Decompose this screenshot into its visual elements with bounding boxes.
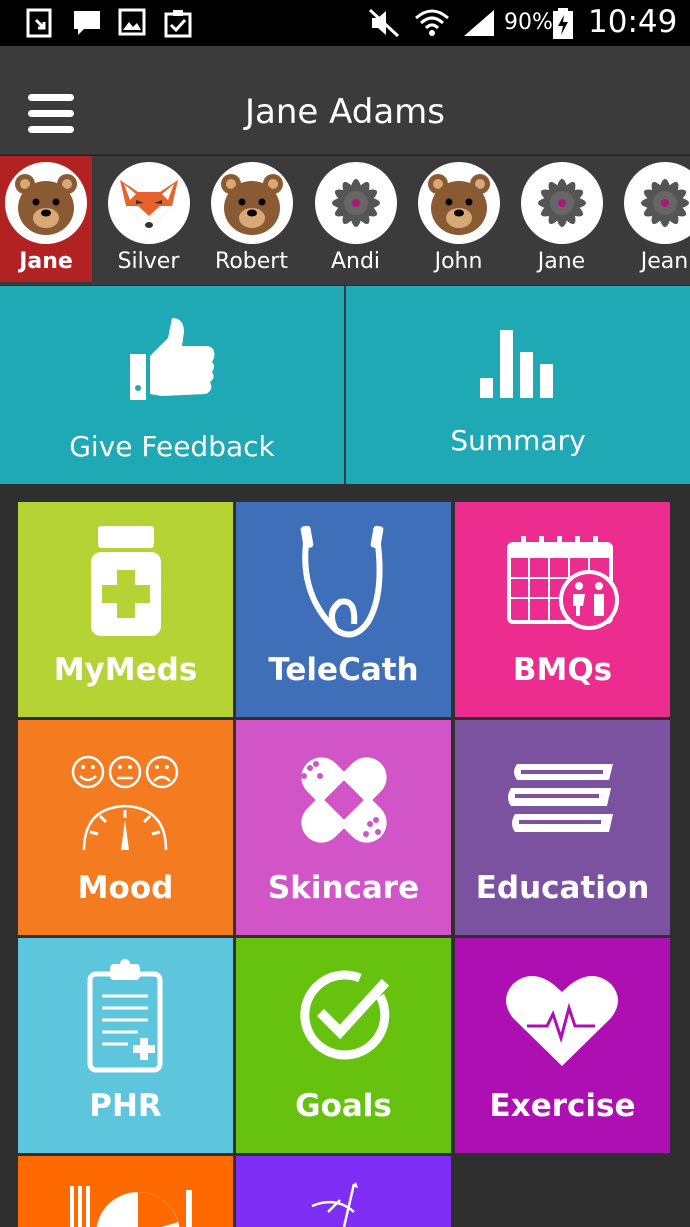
profile-strip[interactable]: Jane Silver Robert Andi John Jane Jean	[0, 155, 690, 285]
download-notification-icon	[26, 8, 52, 38]
tile-label: BMQs	[512, 652, 613, 688]
mute-icon	[368, 8, 400, 38]
profile-item[interactable]: Jane	[0, 156, 92, 282]
flower-icon	[623, 162, 690, 244]
profile-item[interactable]: Andi	[304, 156, 407, 282]
nutrition-tile[interactable]	[18, 1156, 233, 1227]
image-icon	[118, 8, 146, 36]
thumbs-up-icon	[130, 318, 215, 400]
bmqs-tile[interactable]: BMQs	[455, 502, 670, 717]
summary-button[interactable]: Summary	[346, 286, 690, 484]
battery-percent: 90%	[504, 10, 553, 35]
bear-icon	[5, 162, 87, 244]
nutrition-icon	[70, 1186, 192, 1227]
goals-tile[interactable]: Goals	[236, 938, 451, 1153]
wifi-icon	[415, 9, 449, 36]
profile-name: Silver	[117, 249, 180, 274]
battery-charging-icon	[553, 8, 573, 39]
profile-name: Andi	[330, 249, 381, 274]
exercise-tile[interactable]: Exercise	[455, 938, 670, 1153]
profile-name: Jean	[640, 249, 689, 274]
app-bar: Jane Adams	[0, 46, 690, 154]
suture-icon	[311, 1182, 358, 1227]
tile-label: PHR	[89, 1088, 162, 1124]
telecath-tile[interactable]: TeleCath	[236, 502, 451, 717]
flower-icon	[314, 162, 397, 244]
summary-label: Summary	[450, 424, 586, 457]
tile-label: Education	[475, 870, 650, 906]
tile-label: TeleCath	[268, 652, 419, 688]
bar-chart-icon	[480, 330, 553, 398]
mood-tile[interactable]: Mood	[18, 720, 233, 935]
profile-name: Robert	[215, 249, 288, 274]
status-bar: 90% 10:49	[0, 0, 690, 46]
bandage-icon	[301, 757, 387, 843]
bear-icon	[417, 162, 500, 244]
give-feedback-button[interactable]: Give Feedback	[0, 286, 344, 484]
profile-name: Jane	[537, 249, 586, 274]
tile-label: Exercise	[489, 1088, 636, 1124]
pill-bottle-icon	[91, 526, 161, 636]
clipboard-icon	[87, 959, 163, 1073]
profile-item[interactable]: Silver	[97, 156, 200, 282]
mymeds-tile[interactable]: MyMeds	[18, 502, 233, 717]
fox-icon	[107, 162, 190, 244]
catheter-icon	[300, 525, 384, 638]
signal-icon	[464, 10, 494, 36]
books-icon	[508, 764, 613, 832]
tile-label: MyMeds	[53, 652, 198, 688]
tile-label: Skincare	[267, 870, 420, 906]
quick-actions: Give Feedback Summary	[0, 286, 690, 484]
clock: 10:49	[588, 4, 678, 40]
bear-icon	[210, 162, 293, 244]
profile-item[interactable]: John	[407, 156, 510, 282]
education-tile[interactable]: Education	[455, 720, 670, 935]
profile-item[interactable]: Jane	[510, 156, 613, 282]
skincare-tile[interactable]: Skincare	[236, 720, 451, 935]
heart-pulse-icon	[506, 976, 618, 1066]
profile-name: John	[434, 249, 483, 274]
suture-tile[interactable]	[236, 1156, 451, 1227]
clipboard-check-icon	[164, 10, 192, 38]
tile-label: Mood	[77, 870, 174, 906]
message-icon	[74, 11, 100, 35]
calendar-icon	[507, 536, 619, 630]
page-title: Jane Adams	[244, 92, 446, 132]
give-feedback-label: Give Feedback	[69, 430, 275, 463]
tile-label: Goals	[295, 1088, 392, 1124]
flower-icon	[520, 162, 603, 244]
profile-item[interactable]: Jean	[613, 156, 690, 282]
profile-item[interactable]: Robert	[200, 156, 303, 282]
checkmark-icon	[300, 970, 390, 1060]
phr-tile[interactable]: PHR	[18, 938, 233, 1153]
profile-name: Jane	[19, 249, 73, 274]
mood-gauge-icon	[71, 755, 179, 851]
